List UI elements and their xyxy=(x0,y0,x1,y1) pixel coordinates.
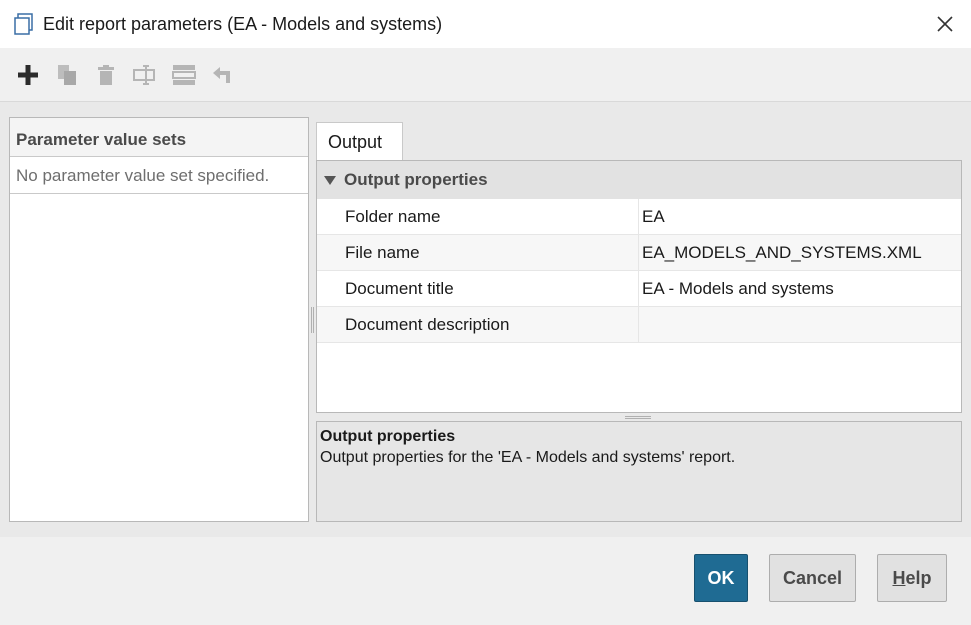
undo-button[interactable] xyxy=(209,62,237,88)
document-description-value[interactable] xyxy=(639,307,961,342)
property-row-file-name: File name EA_MODELS_AND_SYSTEMS.XML xyxy=(317,235,961,271)
parameter-value-sets-panel: Parameter value sets No parameter value … xyxy=(9,117,309,522)
file-name-value[interactable]: EA_MODELS_AND_SYSTEMS.XML xyxy=(639,235,961,270)
property-row-document-title: Document title EA - Models and systems xyxy=(317,271,961,307)
description-panel: Output properties Output properties for … xyxy=(316,421,962,522)
folder-name-value[interactable]: EA xyxy=(639,199,961,234)
description-title: Output properties xyxy=(320,428,456,445)
parameter-value-sets-header: Parameter value sets xyxy=(10,118,308,157)
toolbar xyxy=(0,48,971,102)
window-title: Edit report parameters (EA - Models and … xyxy=(43,14,443,34)
vertical-splitter[interactable] xyxy=(309,117,316,522)
property-row-folder-name: Folder name EA xyxy=(317,199,961,235)
help-mnemonic: H xyxy=(892,567,906,588)
splitter-grip xyxy=(311,307,314,333)
undo-icon xyxy=(213,67,230,83)
title-bar: Edit report parameters (EA - Models and … xyxy=(0,0,971,48)
default-icon xyxy=(172,65,196,85)
report-icon xyxy=(14,13,33,35)
add-icon xyxy=(18,65,38,85)
copy-button[interactable] xyxy=(53,62,81,88)
tab-output[interactable]: Output xyxy=(316,122,403,161)
property-key: Document title xyxy=(317,271,639,306)
description-text: Output properties for the 'EA - Models a… xyxy=(320,449,736,466)
document-title-value[interactable]: EA - Models and systems xyxy=(639,271,961,306)
empty-list-message: No parameter value set specified. xyxy=(10,157,308,194)
delete-button[interactable] xyxy=(92,62,120,88)
close-icon[interactable] xyxy=(933,12,957,36)
property-key: Document description xyxy=(317,307,639,342)
help-button[interactable]: Help xyxy=(877,554,947,602)
collapse-triangle-icon[interactable] xyxy=(324,175,336,185)
set-default-button[interactable] xyxy=(170,62,198,88)
horizontal-splitter[interactable] xyxy=(316,413,962,421)
rename-button[interactable] xyxy=(131,62,159,88)
ok-button[interactable]: OK xyxy=(694,554,748,602)
category-output-properties[interactable]: Output properties xyxy=(317,161,961,199)
property-grid: Output properties Folder name EA File na… xyxy=(316,160,962,413)
delete-icon xyxy=(98,65,114,85)
splitter-grip xyxy=(625,416,651,419)
add-button[interactable] xyxy=(14,62,42,88)
copy-icon xyxy=(58,65,76,85)
property-key: Folder name xyxy=(317,199,639,234)
category-label: Output properties xyxy=(344,170,488,189)
rename-icon xyxy=(133,65,155,85)
property-key: File name xyxy=(317,235,639,270)
cancel-button[interactable]: Cancel xyxy=(769,554,856,602)
help-label-rest: elp xyxy=(905,567,932,588)
property-row-document-description: Document description xyxy=(317,307,961,343)
